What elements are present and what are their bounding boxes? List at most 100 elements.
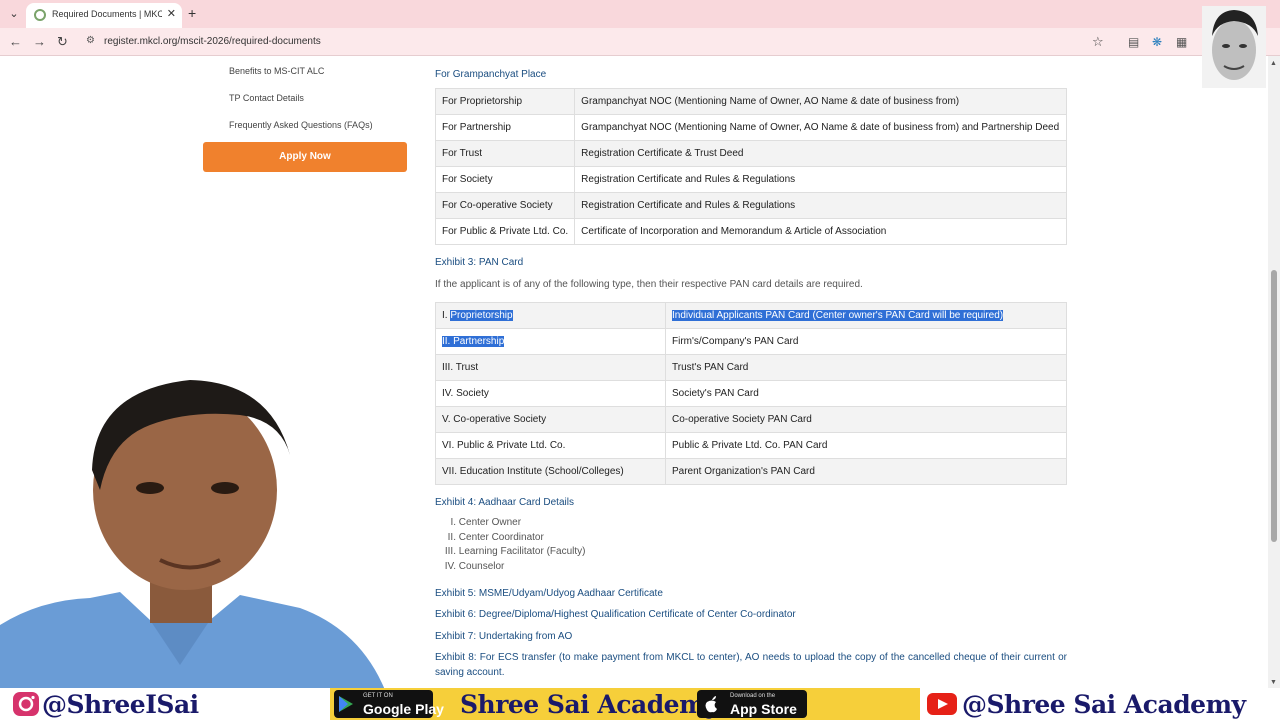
list-number: IV. xyxy=(444,561,456,573)
browser-tab[interactable]: Required Documents | MKCL Re ✕ xyxy=(26,3,182,28)
tab-strip: ⌄ Required Documents | MKCL Re ✕ + xyxy=(0,0,1280,28)
instagram-handle: @ShreeISai xyxy=(42,690,199,719)
face-cam-image xyxy=(1202,6,1266,88)
table-cell: Co-operative Society PAN Card xyxy=(665,406,1067,433)
table-cell: Registration Certificate and Rules & Reg… xyxy=(574,166,1067,193)
sidebar-link-faqs[interactable]: Frequently Asked Questions (FAQs) xyxy=(229,120,373,130)
table-row: V. Co-operative Society Co-operative Soci… xyxy=(435,406,1067,433)
table-cell: VI. Public & Private Ltd. Co. xyxy=(435,432,666,459)
table-cell: For Trust xyxy=(434,140,576,167)
exhibit-8-text: Exhibit 8: For ECS transfer (to make pay… xyxy=(435,652,1067,678)
apple-icon xyxy=(705,696,717,713)
exhibit-5-heading: Exhibit 5: MSME/Udyam/Udyog Aadhaar Cert… xyxy=(435,588,663,599)
table-cell: Firm's/Company's PAN Card xyxy=(665,328,1067,355)
apply-now-button[interactable]: Apply Now xyxy=(203,142,407,172)
youtube-icon xyxy=(927,693,957,715)
pan-table: I. Proprietorship Individual Applicants … xyxy=(435,302,1067,485)
list-number: III. xyxy=(444,546,456,558)
table-row: VI. Public & Private Ltd. Co. Public & Pr… xyxy=(435,432,1067,459)
selected-text: Proprietorship xyxy=(450,310,513,321)
table-cell: II. Partnership xyxy=(435,328,666,355)
google-play-badge[interactable]: GET IT ON Google Play xyxy=(334,690,444,718)
google-play-small-text: GET IT ON xyxy=(363,693,393,699)
table-cell: For Society xyxy=(434,166,576,193)
grampanchayat-heading: For Grampanchyat Place xyxy=(435,69,547,80)
extensions-puzzle-icon[interactable]: ▦ xyxy=(1176,35,1187,49)
tab-search-icon[interactable]: ⌄ xyxy=(6,6,22,22)
table-cell: Certificate of Incorporation and Memoran… xyxy=(574,218,1067,245)
cast-icon[interactable]: ▤ xyxy=(1128,35,1139,49)
toolbar: ← → ↻ ⚙ register.mkcl.org/mscit-2026/req… xyxy=(0,28,1280,56)
table-cell: V. Co-operative Society xyxy=(435,406,666,433)
exhibit-7-heading: Exhibit 7: Undertaking from AO xyxy=(435,631,573,642)
address-bar[interactable]: ⚙ register.mkcl.org/mscit-2026/required-… xyxy=(80,31,1120,53)
site-info-icon[interactable]: ⚙ xyxy=(86,35,95,46)
app-store-label: App Store xyxy=(730,701,797,717)
google-play-label: Google Play xyxy=(363,701,444,717)
list-item: IV. Counselor xyxy=(435,560,586,575)
scroll-up-icon[interactable]: ▲ xyxy=(1270,60,1277,67)
table-cell: For Public & Private Ltd. Co. xyxy=(434,218,576,245)
new-tab-icon[interactable]: + xyxy=(188,5,196,21)
presenter-webcam-image xyxy=(0,380,385,690)
table-cell: For Partnership xyxy=(434,114,576,141)
list-label: Counselor xyxy=(458,561,505,573)
app-store-badge[interactable]: Download on the App Store xyxy=(697,690,807,718)
selected-text: II. Partnership xyxy=(442,336,505,347)
list-label: Center Owner xyxy=(458,517,522,528)
bookmark-star-icon[interactable]: ☆ xyxy=(1092,34,1104,50)
table-cell: Grampanchyat NOC (Mentioning Name of Own… xyxy=(574,114,1067,141)
google-play-icon xyxy=(339,696,353,712)
back-icon[interactable]: ← xyxy=(9,34,22,49)
table-row: VII. Education Institute (School/College… xyxy=(435,458,1067,485)
table-cell: I. Proprietorship xyxy=(435,302,666,329)
table-cell: VII. Education Institute (School/College… xyxy=(435,458,666,485)
reload-icon[interactable]: ↻ xyxy=(57,34,68,50)
grampanchayat-table: For Proprietorship Grampanchyat NOC (Ment… xyxy=(434,88,1067,245)
table-row: II. Partnership Firm's/Company's PAN Car… xyxy=(435,328,1067,355)
table-cell: IV. Society xyxy=(435,380,666,407)
table-row: For Trust Registration Certificate & Trus… xyxy=(434,140,1067,167)
tab-title: Required Documents | MKCL Re xyxy=(52,9,162,19)
exhibit-6-heading: Exhibit 6: Degree/Diploma/Highest Qualif… xyxy=(435,609,796,620)
table-cell: Grampanchyat NOC (Mentioning Name of Own… xyxy=(574,88,1067,115)
table-cell: Parent Organization's PAN Card xyxy=(665,458,1067,485)
close-tab-icon[interactable]: ✕ xyxy=(167,7,176,20)
list-label: Learning Facilitator (Faculty) xyxy=(458,546,586,558)
scroll-down-icon[interactable]: ▼ xyxy=(1270,679,1277,686)
selected-text: Individual Applicants PAN Card (Center o… xyxy=(672,310,1004,321)
instagram-icon xyxy=(13,692,39,716)
list-item: II. Center Coordinator xyxy=(435,531,586,546)
pan-note: If the applicant is of any of the follow… xyxy=(435,279,863,290)
pan-heading: Exhibit 3: PAN Card xyxy=(435,257,524,268)
list-item: I. Center Owner xyxy=(435,516,586,531)
list-item: III. Learning Facilitator (Faculty) xyxy=(435,545,586,560)
sidebar-link-tp-contact[interactable]: TP Contact Details xyxy=(229,93,304,103)
list-label: Center Coordinator xyxy=(458,531,544,543)
table-cell: Individual Applicants PAN Card (Center o… xyxy=(665,302,1067,329)
scrollbar-thumb[interactable] xyxy=(1271,270,1277,542)
aadhaar-list: I. Center Owner II. Center Coordinator I… xyxy=(435,516,586,575)
app-store-small-text: Download on the xyxy=(730,693,776,699)
table-cell: Registration Certificate & Trust Deed xyxy=(574,140,1067,167)
aadhaar-heading: Exhibit 4: Aadhaar Card Details xyxy=(435,497,574,508)
url-text[interactable]: register.mkcl.org/mscit-2026/required-do… xyxy=(104,36,321,47)
table-cell: For Co-operative Society xyxy=(434,192,576,219)
list-number: I. xyxy=(450,517,456,528)
table-row: III. Trust Trust's PAN Card xyxy=(435,354,1067,381)
table-cell: Public & Private Ltd. Co. PAN Card xyxy=(665,432,1067,459)
table-row: For Co-operative Society Registration Cer… xyxy=(434,192,1067,219)
extension-icon[interactable]: ❋ xyxy=(1152,35,1162,49)
table-row: For Partnership Grampanchyat NOC (Mention… xyxy=(434,114,1067,141)
list-number: II. xyxy=(447,531,456,543)
favicon-icon xyxy=(34,9,46,21)
brand-name: Shree Sai Academy xyxy=(460,690,720,719)
table-row: I. Proprietorship Individual Applicants … xyxy=(435,302,1067,329)
table-row: For Proprietorship Grampanchyat NOC (Ment… xyxy=(434,88,1067,115)
table-cell: Registration Certificate and Rules & Reg… xyxy=(574,192,1067,219)
table-cell: Society's PAN Card xyxy=(665,380,1067,407)
table-cell: III. Trust xyxy=(435,354,666,381)
sidebar-link-benefits[interactable]: Benefits to MS-CIT ALC xyxy=(229,66,324,76)
forward-icon[interactable]: → xyxy=(33,34,46,49)
table-row: For Public & Private Ltd. Co. Certificate… xyxy=(434,218,1067,245)
